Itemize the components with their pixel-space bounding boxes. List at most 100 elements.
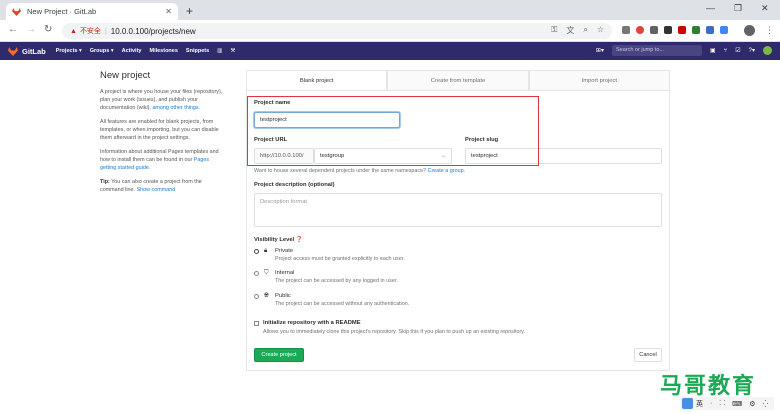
extensions-bar <box>622 26 728 34</box>
nav-groups[interactable]: Groups ▾ <box>90 48 114 54</box>
tab-create-from-template[interactable]: Create from template <box>387 70 529 90</box>
ime-settings-icon[interactable]: ⚙ <box>749 400 755 408</box>
visibility-private[interactable]: 🔒︎ Private Project access must be grante… <box>254 248 405 262</box>
left-info-panel: New project A project is where you house… <box>100 70 226 200</box>
header-right: ⊞▾ Search or jump to... ▣ ⑂ ☑ ?▾ <box>596 45 772 56</box>
visibility-internal[interactable]: ⛉ Internal The project can be accessed b… <box>254 270 398 284</box>
namespace-help: Want to house several dependent projects… <box>254 168 465 174</box>
close-window-icon[interactable]: ✕ <box>761 3 769 14</box>
private-title: Private <box>275 248 294 254</box>
maximize-icon[interactable]: ❐ <box>734 3 742 14</box>
extension-4-icon[interactable] <box>664 26 672 34</box>
browser-toolbar: ← → ↻ ▲ 不安全 | 10.0.0.100/projects/new ⚿ … <box>0 20 780 42</box>
create-group-link[interactable]: Create a group. <box>428 168 465 174</box>
public-radio[interactable] <box>254 294 259 299</box>
key-icon[interactable]: ⚿ <box>551 25 557 36</box>
profile-avatar-icon[interactable] <box>744 25 755 36</box>
page-title: New project <box>100 70 151 81</box>
search-input[interactable]: Search or jump to... <box>611 45 702 56</box>
pages-text: Information about additional Pages templ… <box>100 148 226 172</box>
chart-icon[interactable]: ▥ <box>217 48 222 54</box>
visibility-label: Visibility Level ❓ <box>254 237 303 243</box>
browser-tabstrip: New Project · GitLab ✕ + — ❐ ✕ <box>0 0 780 20</box>
visibility-public[interactable]: 🌐︎ Public The project can be accessed wi… <box>254 293 409 307</box>
among-other-things-link[interactable]: among other things. <box>152 105 200 111</box>
forward-icon[interactable]: → <box>26 24 36 35</box>
ime-logo-icon <box>682 398 693 409</box>
extension-2-icon[interactable] <box>636 26 644 34</box>
insecure-label[interactable]: 不安全 <box>80 26 101 36</box>
highlight-box <box>247 96 539 166</box>
plus-dropdown-icon[interactable]: ⊞▾ <box>596 47 604 54</box>
internal-text: Internal The project can be accessed by … <box>275 270 398 284</box>
pdf-extension-icon[interactable] <box>678 26 686 34</box>
extension-6-icon[interactable] <box>692 26 700 34</box>
globe-icon: 🌐︎ <box>264 293 269 299</box>
extension-3-icon[interactable] <box>650 26 658 34</box>
public-title: Public <box>275 293 291 299</box>
tip-label: Tip: <box>100 179 110 185</box>
features-text: All features are enabled for blank proje… <box>100 119 219 141</box>
nav-snippets[interactable]: Snippets <box>186 48 209 54</box>
close-tab-icon[interactable]: ✕ <box>165 7 172 16</box>
internal-radio[interactable] <box>254 271 259 276</box>
browser-menu-icon[interactable]: ⋮ <box>765 25 774 36</box>
ime-lang[interactable]: 英 <box>696 399 703 409</box>
watermark-logo: 马哥教育 <box>660 373 757 398</box>
new-tab-button[interactable]: + <box>186 4 193 18</box>
lock-icon: 🔒︎ <box>264 248 268 254</box>
bookmark-star-icon[interactable]: ☆ <box>597 25 604 36</box>
address-bar[interactable]: ▲ 不安全 | 10.0.0.100/projects/new ⚿ ⽂ ⌕ ☆ <box>62 23 612 39</box>
init-readme-checkbox[interactable] <box>254 321 259 326</box>
gitlab-logo[interactable]: GitLab <box>8 46 46 56</box>
private-text: Private Project access must be granted e… <box>275 248 405 262</box>
private-radio[interactable] <box>254 249 259 254</box>
tab-import-project[interactable]: Import project <box>528 70 670 90</box>
wrench-icon[interactable]: ⚒ <box>230 48 235 54</box>
create-project-button[interactable]: Create project <box>254 348 304 362</box>
internal-title: Internal <box>275 270 295 276</box>
merge-request-icon[interactable]: ⑂ <box>724 48 728 54</box>
brand-name: GitLab <box>22 46 46 56</box>
help-icon[interactable]: ?▾ <box>749 47 755 54</box>
namespace-help-text: Want to house several dependent projects… <box>254 168 428 174</box>
help-circle-icon[interactable]: ❓ <box>296 237 303 243</box>
extension-8-icon[interactable] <box>720 26 728 34</box>
description-label: Project description (optional) <box>254 182 335 188</box>
project-tabs: Blank project Create from template Impor… <box>246 70 670 91</box>
gitlab-header: GitLab Projects ▾ Groups ▾ Activity Mile… <box>0 42 780 60</box>
issues-icon[interactable]: ▣ <box>710 47 716 54</box>
top-nav: Projects ▾ Groups ▾ Activity Milestones … <box>56 48 236 54</box>
extension-1-icon[interactable] <box>622 26 630 34</box>
minimize-icon[interactable]: — <box>706 3 715 13</box>
tip-text: Tip: You can also create a project from … <box>100 178 226 194</box>
description-textarea[interactable]: Description format <box>254 193 662 227</box>
private-desc: Project access must be granted explicitl… <box>275 256 405 262</box>
zoom-icon[interactable]: ⌕ <box>583 25 587 36</box>
tab-title: New Project · GitLab <box>27 7 97 16</box>
reload-icon[interactable]: ↻ <box>44 24 52 35</box>
todo-icon[interactable]: ☑ <box>735 47 740 54</box>
extension-7-icon[interactable] <box>706 26 714 34</box>
public-desc: The project can be accessed without any … <box>275 301 410 307</box>
gitlab-favicon-icon <box>12 7 21 16</box>
show-command-link[interactable]: Show command <box>137 187 176 193</box>
back-icon[interactable]: ← <box>8 24 18 35</box>
url-text[interactable]: 10.0.0.100/projects/new <box>111 27 196 36</box>
translate-icon[interactable]: ⽂ <box>566 25 574 36</box>
init-readme-label[interactable]: Initialize repository with a README <box>263 320 361 326</box>
ime-keyboard-icon[interactable]: ⌨ <box>732 400 742 408</box>
visibility-label-text: Visibility Level <box>254 237 295 243</box>
warning-icon[interactable]: ▲ <box>70 28 77 35</box>
ime-punct[interactable]: · <box>710 400 712 407</box>
cancel-button[interactable]: Cancel <box>634 348 662 362</box>
gitlab-fox-icon <box>8 46 18 56</box>
user-avatar[interactable] <box>763 46 772 55</box>
tab-blank-project[interactable]: Blank project <box>246 70 388 90</box>
nav-milestones[interactable]: Milestones <box>149 48 177 54</box>
nav-activity[interactable]: Activity <box>122 48 142 54</box>
ime-mic-icon[interactable]: ⸬ <box>719 399 725 408</box>
nav-projects[interactable]: Projects ▾ <box>56 48 82 54</box>
browser-tab[interactable]: New Project · GitLab ✕ <box>6 3 178 20</box>
ime-more-icon[interactable]: ⁛ <box>763 400 769 408</box>
